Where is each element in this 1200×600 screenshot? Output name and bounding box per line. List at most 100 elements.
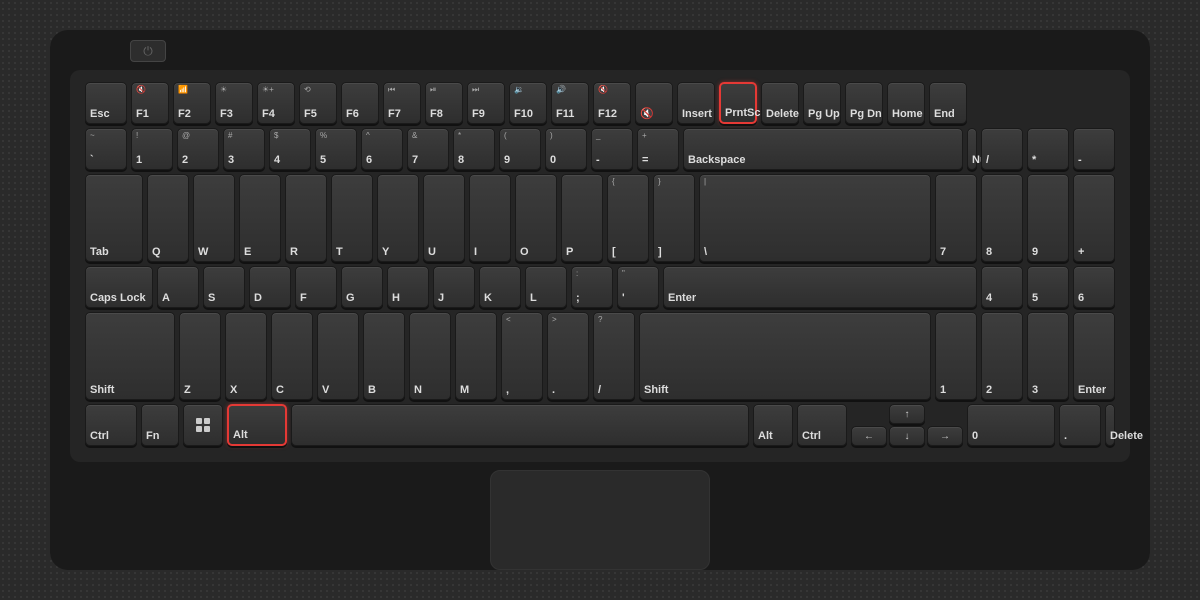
key-numpad-dot[interactable]: .	[1059, 404, 1101, 446]
key-2[interactable]: @2	[177, 128, 219, 170]
key-numpad-plus[interactable]: +	[1073, 174, 1115, 262]
key-l[interactable]: L	[525, 266, 567, 308]
key-numpad-6[interactable]: 6	[1073, 266, 1115, 308]
key-f2[interactable]: 📶F2	[173, 82, 211, 124]
key-numpad-enter[interactable]: Enter	[1073, 312, 1115, 400]
key-n[interactable]: N	[409, 312, 451, 400]
key-numlock[interactable]: NumLk	[967, 128, 977, 170]
key-y[interactable]: Y	[377, 174, 419, 262]
key-prtscr[interactable]: PrntScr	[719, 82, 757, 124]
key-f12[interactable]: 🔇F12	[593, 82, 631, 124]
key-numpad-4[interactable]: 4	[981, 266, 1023, 308]
key-w[interactable]: W	[193, 174, 235, 262]
key-lbracket[interactable]: {[	[607, 174, 649, 262]
key-arrow-left[interactable]: ←	[851, 426, 887, 446]
key-s[interactable]: S	[203, 266, 245, 308]
key-f10[interactable]: 🔉F10	[509, 82, 547, 124]
key-comma[interactable]: <,	[501, 312, 543, 400]
key-equals[interactable]: +=	[637, 128, 679, 170]
key-numpad-2[interactable]: 2	[981, 312, 1023, 400]
key-m[interactable]: M	[455, 312, 497, 400]
key-alt-left[interactable]: Alt	[227, 404, 287, 446]
key-j[interactable]: J	[433, 266, 475, 308]
key-arrow-down[interactable]: ↓	[889, 426, 925, 446]
key-pgup[interactable]: Pg Up	[803, 82, 841, 124]
key-pgdn[interactable]: Pg Dn	[845, 82, 883, 124]
key-arrow-right[interactable]: →	[927, 426, 963, 446]
key-numpad-asterisk[interactable]: *	[1027, 128, 1069, 170]
key-v[interactable]: V	[317, 312, 359, 400]
key-arrow-up[interactable]: ↑	[889, 404, 925, 424]
key-semicolon[interactable]: :;	[571, 266, 613, 308]
key-f9[interactable]: ⏭F9	[467, 82, 505, 124]
key-tab[interactable]: Tab	[85, 174, 143, 262]
key-3[interactable]: #3	[223, 128, 265, 170]
key-i[interactable]: I	[469, 174, 511, 262]
key-h[interactable]: H	[387, 266, 429, 308]
key-end[interactable]: End	[929, 82, 967, 124]
key-1[interactable]: !1	[131, 128, 173, 170]
key-f6[interactable]: F6	[341, 82, 379, 124]
key-numpad-minus[interactable]: -	[1073, 128, 1115, 170]
key-numpad-5[interactable]: 5	[1027, 266, 1069, 308]
key-8[interactable]: *8	[453, 128, 495, 170]
key-0[interactable]: )0	[545, 128, 587, 170]
key-d[interactable]: D	[249, 266, 291, 308]
key-mute[interactable]: 🔇	[635, 82, 673, 124]
key-o[interactable]: O	[515, 174, 557, 262]
key-delete[interactable]: Delete	[761, 82, 799, 124]
key-numpad-3[interactable]: 3	[1027, 312, 1069, 400]
touchpad[interactable]	[490, 470, 710, 570]
power-button[interactable]	[130, 40, 166, 62]
key-numpad-7[interactable]: 7	[935, 174, 977, 262]
key-esc[interactable]: Esc	[85, 82, 127, 124]
key-fn[interactable]: Fn	[141, 404, 179, 446]
key-f7[interactable]: ⏮F7	[383, 82, 421, 124]
key-k[interactable]: K	[479, 266, 521, 308]
key-numpad-slash[interactable]: /	[981, 128, 1023, 170]
key-q[interactable]: Q	[147, 174, 189, 262]
key-t[interactable]: T	[331, 174, 373, 262]
key-c[interactable]: C	[271, 312, 313, 400]
key-numpad-9[interactable]: 9	[1027, 174, 1069, 262]
key-minus[interactable]: _-	[591, 128, 633, 170]
key-insert[interactable]: Insert	[677, 82, 715, 124]
key-numpad-delete[interactable]: Delete	[1105, 404, 1115, 446]
key-x[interactable]: X	[225, 312, 267, 400]
key-numpad-8[interactable]: 8	[981, 174, 1023, 262]
key-b[interactable]: B	[363, 312, 405, 400]
key-e[interactable]: E	[239, 174, 281, 262]
key-enter[interactable]: Enter	[663, 266, 977, 308]
key-f5[interactable]: ⟲F5	[299, 82, 337, 124]
key-f8[interactable]: ⏯F8	[425, 82, 463, 124]
key-6[interactable]: ^6	[361, 128, 403, 170]
key-p[interactable]: P	[561, 174, 603, 262]
key-shift-left[interactable]: Shift	[85, 312, 175, 400]
key-tilde[interactable]: ~`	[85, 128, 127, 170]
key-f3[interactable]: ☀F3	[215, 82, 253, 124]
key-home[interactable]: Home	[887, 82, 925, 124]
key-numpad-0[interactable]: 0	[967, 404, 1055, 446]
key-u[interactable]: U	[423, 174, 465, 262]
key-slash[interactable]: ?/	[593, 312, 635, 400]
key-space[interactable]	[291, 404, 749, 446]
key-windows[interactable]	[183, 404, 223, 446]
key-f[interactable]: F	[295, 266, 337, 308]
key-period[interactable]: >.	[547, 312, 589, 400]
key-f1[interactable]: 🔇F1	[131, 82, 169, 124]
key-5[interactable]: %5	[315, 128, 357, 170]
key-f11[interactable]: 🔊F11	[551, 82, 589, 124]
key-4[interactable]: $4	[269, 128, 311, 170]
key-quote[interactable]: "'	[617, 266, 659, 308]
key-7[interactable]: &7	[407, 128, 449, 170]
key-alt-right[interactable]: Alt	[753, 404, 793, 446]
key-ctrl-right[interactable]: Ctrl	[797, 404, 847, 446]
key-shift-right[interactable]: Shift	[639, 312, 931, 400]
key-z[interactable]: Z	[179, 312, 221, 400]
key-a[interactable]: A	[157, 266, 199, 308]
key-numpad-1[interactable]: 1	[935, 312, 977, 400]
key-9[interactable]: (9	[499, 128, 541, 170]
key-r[interactable]: R	[285, 174, 327, 262]
key-backspace[interactable]: Backspace	[683, 128, 963, 170]
key-f4[interactable]: ☀+F4	[257, 82, 295, 124]
